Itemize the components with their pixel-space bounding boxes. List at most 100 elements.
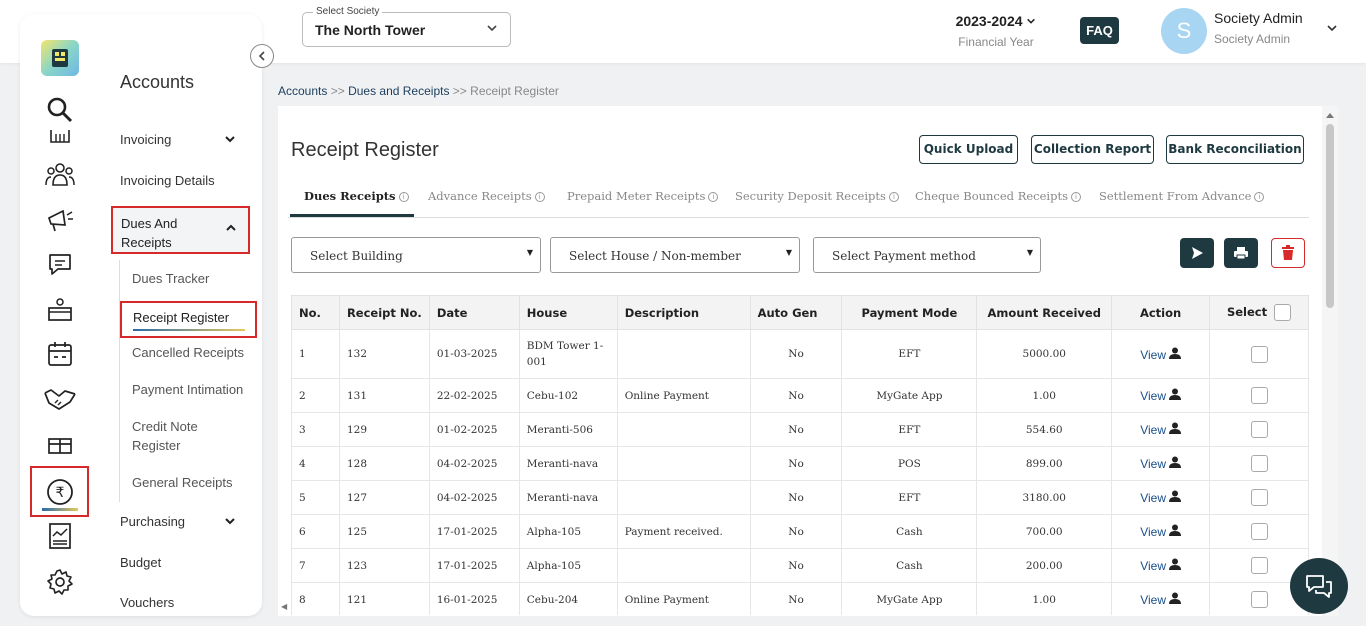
- sidebar-item-invoicing-details[interactable]: Invoicing Details: [120, 173, 215, 188]
- sidebar-item-label: Dues And Receipts: [121, 216, 178, 250]
- row-checkbox[interactable]: [1250, 345, 1268, 363]
- report-icon[interactable]: [42, 518, 78, 554]
- view-link[interactable]: View: [1140, 559, 1166, 573]
- user-menu-chevron-icon[interactable]: [1326, 22, 1338, 37]
- row-checkbox[interactable]: [1250, 489, 1268, 506]
- view-link[interactable]: View: [1140, 457, 1166, 471]
- scrollbar-thumb[interactable]: [1326, 124, 1334, 308]
- view-link[interactable]: View: [1140, 423, 1166, 437]
- cell-description: Online Payment: [616, 582, 751, 615]
- row-checkbox[interactable]: [1250, 557, 1268, 574]
- building-select[interactable]: Select Building ▼: [291, 237, 541, 273]
- breadcrumb-accounts[interactable]: Accounts: [278, 84, 327, 98]
- trash-icon: [1282, 245, 1294, 260]
- sidebar-item-payment-intimation[interactable]: Payment Intimation: [132, 380, 243, 399]
- calendar-icon[interactable]: [42, 336, 78, 372]
- delivery-icon[interactable]: [42, 292, 78, 328]
- search-icon[interactable]: [42, 92, 78, 128]
- sidebar-item-cancelled-receipts[interactable]: Cancelled Receipts: [132, 343, 244, 362]
- vertical-scrollbar[interactable]: [1322, 106, 1338, 616]
- cell-no: 4: [291, 446, 340, 481]
- column-header-payment-mode: Payment Mode: [841, 295, 978, 330]
- rupee-icon[interactable]: ₹: [42, 474, 78, 510]
- view-link[interactable]: View: [1140, 525, 1166, 539]
- chat-icon[interactable]: [42, 246, 78, 282]
- financial-year-value: 2023-2024: [955, 13, 1023, 29]
- column-header-auto-gen: Auto Gen: [749, 295, 843, 330]
- sidebar-item-dues-tracker[interactable]: Dues Tracker: [132, 269, 209, 288]
- cell-house: Alpha-105: [518, 514, 618, 549]
- tab-settlement-from-advance[interactable]: Settlement From Advance i: [1099, 189, 1265, 203]
- community-icon[interactable]: [42, 156, 78, 192]
- cell-action: View: [1111, 329, 1211, 379]
- chevron-down-icon[interactable]: [224, 515, 236, 531]
- sidebar-collapse-button[interactable]: [250, 44, 274, 68]
- cell-no: 8: [291, 582, 340, 615]
- avatar[interactable]: S: [1161, 8, 1207, 54]
- row-checkbox[interactable]: [1250, 591, 1268, 608]
- quick-upload-button[interactable]: Quick Upload: [919, 135, 1018, 164]
- cell-house: Cebu-204: [518, 582, 618, 615]
- building-icon[interactable]: [42, 126, 78, 144]
- view-link[interactable]: View: [1140, 389, 1166, 403]
- receipts-table: No. Receipt No. Date House Description A…: [291, 295, 1309, 615]
- breadcrumb: Accounts >> Dues and Receipts >> Receipt…: [278, 84, 559, 98]
- cell-select: [1209, 446, 1309, 481]
- cell-receipt-no: 129: [338, 412, 430, 447]
- send-button[interactable]: [1180, 238, 1214, 268]
- gift-icon[interactable]: [42, 426, 78, 462]
- chevron-down-icon[interactable]: [224, 133, 236, 149]
- sidebar-item-general-receipts[interactable]: General Receipts: [132, 473, 232, 492]
- sidebar-item-credit-note-register[interactable]: Credit Note Register: [132, 417, 232, 455]
- sidebar-item-vouchers[interactable]: Vouchers: [120, 595, 174, 610]
- logo-icon[interactable]: [41, 40, 79, 76]
- row-checkbox[interactable]: [1250, 523, 1268, 540]
- view-link[interactable]: View: [1140, 348, 1166, 362]
- cell-house: BDM Tower 1-001: [518, 329, 618, 379]
- bank-reconciliation-button[interactable]: Bank Reconciliation: [1166, 135, 1304, 164]
- sidebar-item-purchasing[interactable]: Purchasing: [120, 514, 185, 529]
- cell-date: 17-01-2025: [428, 548, 520, 583]
- user-name: Society Admin: [1214, 10, 1303, 26]
- faq-button[interactable]: FAQ: [1080, 17, 1119, 44]
- row-checkbox[interactable]: [1250, 421, 1268, 438]
- cell-action: View: [1111, 446, 1211, 481]
- row-checkbox[interactable]: [1250, 455, 1268, 472]
- column-header-action: Action: [1111, 295, 1211, 330]
- tab-advance-receipts[interactable]: Advance Receipts i: [428, 189, 545, 203]
- sidebar-item-dues-and-receipts[interactable]: Dues And Receipts: [111, 206, 250, 254]
- cell-payment-mode: MyGate App: [841, 582, 978, 615]
- cell-select: [1209, 378, 1309, 413]
- print-button[interactable]: [1224, 238, 1258, 268]
- cell-date: 04-02-2025: [428, 446, 520, 481]
- view-link[interactable]: View: [1140, 491, 1166, 505]
- payment-method-select[interactable]: Select Payment method ▼: [813, 237, 1041, 273]
- sidebar-item-budget[interactable]: Budget: [120, 555, 161, 570]
- select-all-checkbox[interactable]: [1274, 304, 1292, 321]
- delete-button[interactable]: [1271, 238, 1305, 268]
- tab-cheque-bounced-receipts[interactable]: Cheque Bounced Receipts i: [915, 189, 1081, 203]
- main-panel: Receipt Register Quick Upload Collection…: [278, 106, 1322, 616]
- handshake-icon[interactable]: [42, 380, 78, 416]
- table-row: 7 123 17-01-2025 Alpha-105 No Cash 200.00 View: [291, 548, 1309, 583]
- sidebar-item-invoicing[interactable]: Invoicing: [120, 132, 171, 147]
- chat-support-button[interactable]: [1290, 558, 1348, 614]
- row-checkbox[interactable]: [1250, 387, 1268, 404]
- active-indicator: [42, 508, 78, 511]
- view-link[interactable]: View: [1140, 593, 1166, 607]
- tab-dues-receipts[interactable]: Dues Receipts i: [304, 189, 409, 203]
- society-select[interactable]: Select Society The North Tower: [302, 6, 511, 47]
- financial-year-selector[interactable]: 2023-2024 Financial Year: [946, 13, 1046, 49]
- breadcrumb-dues-and-receipts[interactable]: Dues and Receipts: [348, 84, 449, 98]
- sidebar-item-receipt-register[interactable]: Receipt Register: [120, 301, 257, 338]
- tab-prepaid-meter-receipts[interactable]: Prepaid Meter Receipts i: [567, 189, 719, 203]
- scroll-left-icon[interactable]: ◀: [281, 602, 287, 611]
- page-title: Receipt Register: [291, 139, 439, 161]
- tab-security-deposit-receipts[interactable]: Security Deposit Receipts i: [735, 189, 899, 203]
- house-select[interactable]: Select House / Non-member ▼: [550, 237, 800, 273]
- user-icon: [1168, 592, 1181, 604]
- megaphone-icon[interactable]: [42, 202, 78, 238]
- settings-icon[interactable]: [42, 564, 78, 600]
- collection-report-button[interactable]: Collection Report: [1031, 135, 1154, 164]
- caret-down-icon: ▼: [785, 248, 792, 257]
